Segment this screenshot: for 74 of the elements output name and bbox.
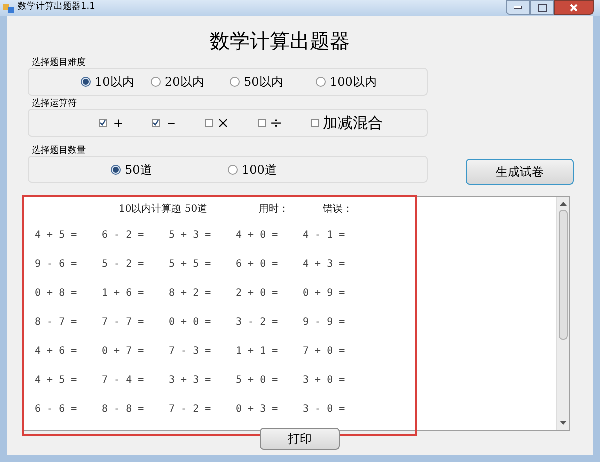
maximize-icon bbox=[538, 4, 546, 12]
radio-label: 50道 bbox=[125, 162, 152, 178]
worksheet-header: 用时： bbox=[259, 204, 290, 216]
math-problem: 0 + 8 = bbox=[35, 288, 78, 300]
math-problem: 5 - 2 = bbox=[102, 259, 146, 271]
math-problem: 4 + 5 = bbox=[35, 230, 78, 242]
math-problem: 3 + 3 = bbox=[169, 375, 212, 387]
generate-button[interactable]: 生成试卷 bbox=[466, 159, 574, 185]
close-button[interactable] bbox=[554, 0, 594, 15]
close-icon bbox=[570, 4, 578, 12]
math-problem: 5 + 3 = bbox=[169, 230, 212, 242]
radio-button[interactable] bbox=[230, 77, 240, 87]
window-title: 数学计算出题器1.1 bbox=[18, 1, 96, 14]
group-label: 选择运算符 bbox=[32, 99, 78, 109]
maximize-button[interactable] bbox=[530, 0, 554, 15]
radio-label: 10以内 bbox=[95, 74, 134, 91]
checkbox-option[interactable]: ÷ bbox=[258, 112, 311, 134]
math-problem: 9 - 6 = bbox=[35, 259, 78, 271]
math-problem: 9 - 9 = bbox=[303, 317, 346, 329]
scroll-up-icon bbox=[560, 201, 566, 206]
radio-label: 20以内 bbox=[165, 74, 204, 91]
app-icon bbox=[3, 2, 14, 14]
checkbox-option[interactable]: 加减混合 bbox=[311, 112, 383, 134]
checkbox-option[interactable]: ＋ bbox=[99, 112, 152, 134]
radio-label: 100道 bbox=[242, 162, 277, 178]
checkmark-icon bbox=[100, 120, 106, 126]
math-problem: 4 + 0 = bbox=[236, 230, 280, 242]
math-problem: 6 + 0 = bbox=[236, 259, 280, 271]
radio-button[interactable] bbox=[81, 77, 91, 87]
math-problem: 0 + 7 = bbox=[102, 346, 146, 358]
math-problem: 8 - 8 = bbox=[102, 404, 146, 416]
scroll-thumb[interactable] bbox=[558, 210, 568, 340]
math-problem: 1 + 1 = bbox=[236, 346, 280, 358]
math-problem: 7 - 2 = bbox=[169, 404, 212, 416]
math-problem: 7 - 4 = bbox=[102, 375, 146, 387]
checkbox-option[interactable]: － bbox=[152, 112, 205, 134]
radio-label: 50以内 bbox=[244, 74, 284, 91]
app-heading: 数学计算出题器 bbox=[209, 28, 351, 54]
worksheet-header: 错误： bbox=[323, 204, 354, 216]
radio-button[interactable] bbox=[316, 77, 326, 87]
checkbox-option[interactable]: × bbox=[205, 112, 258, 134]
group-label: 选择题目难度 bbox=[32, 58, 87, 68]
worksheet-header: 10以内计算题 50道 bbox=[119, 204, 209, 216]
math-problem: 2 + 0 = bbox=[236, 288, 280, 300]
math-problem: 3 + 0 = bbox=[303, 375, 346, 387]
math-problem: 5 + 0 = bbox=[236, 375, 280, 387]
radio-button[interactable] bbox=[111, 164, 121, 174]
math-problem: 4 + 3 = bbox=[303, 259, 346, 271]
math-problem: 4 - 1 = bbox=[303, 230, 346, 242]
checkmark-icon bbox=[153, 120, 159, 126]
math-problem: 0 + 9 = bbox=[303, 288, 346, 300]
math-problem: 8 + 2 = bbox=[169, 288, 212, 300]
math-problem: 1 + 6 = bbox=[102, 288, 146, 300]
math-problem: 4 + 6 = bbox=[35, 346, 78, 358]
math-problem: 7 - 3 = bbox=[169, 346, 212, 358]
print-button[interactable]: 打印 bbox=[260, 428, 340, 450]
math-problem: 5 + 5 = bbox=[169, 259, 212, 271]
math-problem: 7 - 7 = bbox=[102, 317, 146, 329]
math-problem: 6 - 2 = bbox=[102, 230, 146, 242]
radio-button[interactable] bbox=[228, 164, 238, 174]
scroll-down-icon bbox=[560, 421, 566, 426]
group-label: 选择题目数量 bbox=[32, 146, 87, 156]
math-problem: 7 + 0 = bbox=[303, 346, 346, 358]
minimize-icon bbox=[514, 6, 522, 9]
math-problem: 4 + 5 = bbox=[35, 375, 78, 387]
math-problem: 3 - 0 = bbox=[303, 404, 346, 416]
math-problem: 6 - 6 = bbox=[35, 404, 78, 416]
radio-label: 100以内 bbox=[330, 74, 377, 91]
radio-button[interactable] bbox=[151, 77, 161, 87]
math-problem: 8 - 7 = bbox=[35, 317, 78, 329]
math-problem: 0 + 3 = bbox=[236, 404, 280, 416]
minimize-button[interactable] bbox=[506, 0, 530, 15]
math-problem: 0 + 0 = bbox=[169, 317, 212, 329]
math-problem: 3 - 2 = bbox=[236, 317, 280, 329]
